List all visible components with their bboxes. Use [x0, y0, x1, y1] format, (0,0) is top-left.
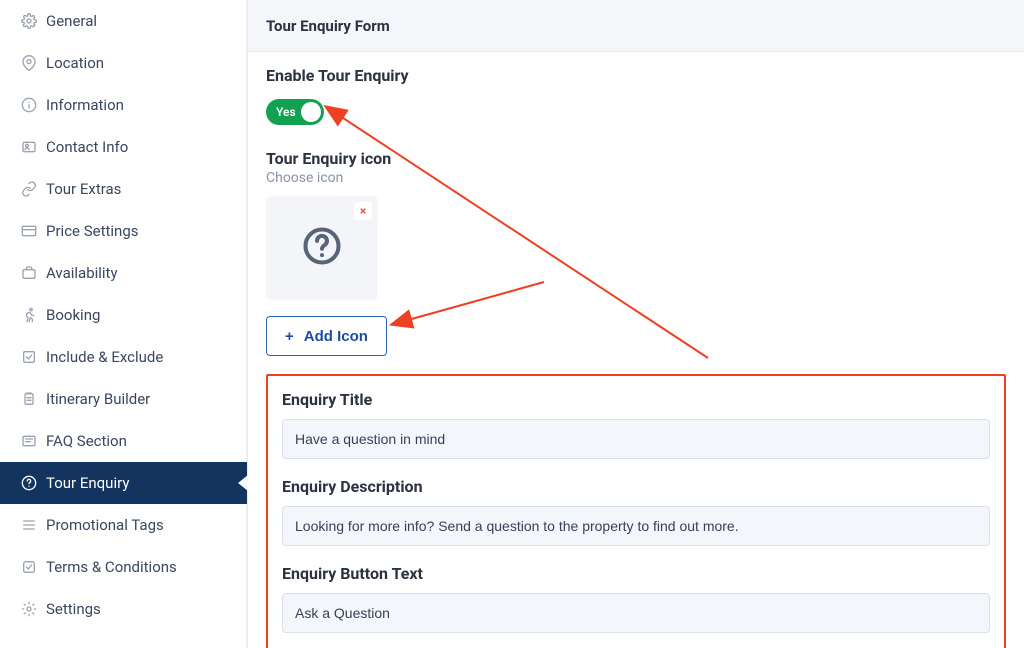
section-header: Tour Enquiry Form — [248, 0, 1024, 52]
toggle-knob — [301, 102, 321, 122]
main-panel: Tour Enquiry Form Enable Tour Enquiry Ye… — [248, 0, 1024, 648]
check-circle-icon — [18, 559, 40, 575]
contact-card-icon — [18, 139, 40, 155]
toggle-state-label: Yes — [276, 105, 296, 119]
question-icon — [18, 475, 40, 491]
settings-sidebar: General Location Information Contact Inf… — [0, 0, 248, 648]
walking-icon — [18, 307, 40, 323]
checklist-icon — [18, 349, 40, 365]
map-pin-icon — [18, 55, 40, 71]
enquiry-description-label: Enquiry Description — [282, 477, 990, 496]
sidebar-item-settings[interactable]: Settings — [0, 588, 247, 630]
sidebar-item-price-settings[interactable]: Price Settings — [0, 210, 247, 252]
enquiry-title-label: Enquiry Title — [282, 390, 990, 409]
enquiry-fields-highlight-box: Enquiry Title Enquiry Description Enquir… — [266, 374, 1006, 648]
tour-enquiry-icon-subtitle: Choose icon — [266, 170, 1006, 186]
enquiry-description-input[interactable] — [282, 506, 990, 546]
sidebar-item-itinerary-builder[interactable]: Itinerary Builder — [0, 378, 247, 420]
sidebar-item-label: Information — [46, 96, 124, 114]
sidebar-item-label: Terms & Conditions — [46, 558, 177, 576]
sidebar-item-label: General — [46, 12, 97, 30]
credit-card-icon — [18, 223, 40, 239]
sidebar-item-label: Itinerary Builder — [46, 390, 150, 408]
sidebar-item-label: Availability — [46, 264, 118, 282]
sidebar-item-availability[interactable]: Availability — [0, 252, 247, 294]
sidebar-item-label: Booking — [46, 306, 100, 324]
section-title: Tour Enquiry Form — [266, 17, 390, 35]
sidebar-item-label: Contact Info — [46, 138, 128, 156]
enquiry-title-input[interactable] — [282, 419, 990, 459]
sidebar-item-contact-info[interactable]: Contact Info — [0, 126, 247, 168]
sidebar-item-label: Price Settings — [46, 222, 139, 240]
link-icon — [18, 181, 40, 197]
tour-enquiry-icon-section: Tour Enquiry icon Choose icon × + Add Ic… — [266, 149, 1006, 356]
remove-icon-button[interactable]: × — [354, 202, 372, 220]
gear-icon — [18, 13, 40, 29]
enquiry-button-text-input[interactable] — [282, 593, 990, 633]
sidebar-item-label: Include & Exclude — [46, 348, 163, 366]
add-icon-button[interactable]: + Add Icon — [266, 316, 387, 356]
sidebar-item-terms-conditions[interactable]: Terms & Conditions — [0, 546, 247, 588]
faq-icon — [18, 433, 40, 449]
sidebar-item-label: Location — [46, 54, 104, 72]
sidebar-item-label: Tour Enquiry — [46, 474, 129, 492]
question-circle-icon — [300, 224, 344, 272]
tour-enquiry-icon-title: Tour Enquiry icon — [266, 149, 1006, 168]
sidebar-item-label: Settings — [46, 600, 101, 618]
briefcase-icon — [18, 265, 40, 281]
sidebar-item-label: Tour Extras — [46, 180, 121, 198]
sidebar-item-faq-section[interactable]: FAQ Section — [0, 420, 247, 462]
add-icon-label: Add Icon — [304, 328, 368, 345]
enquiry-button-text-label: Enquiry Button Text — [282, 564, 990, 583]
content-area: Enable Tour Enquiry Yes Tour Enquiry ico… — [248, 52, 1024, 648]
info-icon — [18, 97, 40, 113]
tag-list-icon — [18, 517, 40, 533]
admin-tour-settings-root: General Location Information Contact Inf… — [0, 0, 1024, 648]
enable-tour-enquiry-label: Enable Tour Enquiry — [266, 66, 1006, 85]
plus-icon: + — [285, 328, 294, 345]
sidebar-item-information[interactable]: Information — [0, 84, 247, 126]
sidebar-item-tour-enquiry[interactable]: Tour Enquiry — [0, 462, 247, 504]
enquiry-button-text-row: Enquiry Button Text — [282, 564, 990, 633]
sidebar-item-booking[interactable]: Booking — [0, 294, 247, 336]
sidebar-item-label: FAQ Section — [46, 432, 127, 450]
sliders-icon — [18, 601, 40, 617]
enable-tour-enquiry-toggle[interactable]: Yes — [266, 99, 324, 125]
sidebar-item-label: Promotional Tags — [46, 516, 164, 534]
clipboard-icon — [18, 391, 40, 407]
enquiry-title-row: Enquiry Title — [282, 390, 990, 459]
enquiry-description-row: Enquiry Description — [282, 477, 990, 546]
sidebar-item-location[interactable]: Location — [0, 42, 247, 84]
sidebar-item-include-exclude[interactable]: Include & Exclude — [0, 336, 247, 378]
sidebar-item-tour-extras[interactable]: Tour Extras — [0, 168, 247, 210]
selected-icon-card[interactable]: × — [266, 196, 378, 300]
sidebar-item-promotional-tags[interactable]: Promotional Tags — [0, 504, 247, 546]
sidebar-item-general[interactable]: General — [0, 0, 247, 42]
